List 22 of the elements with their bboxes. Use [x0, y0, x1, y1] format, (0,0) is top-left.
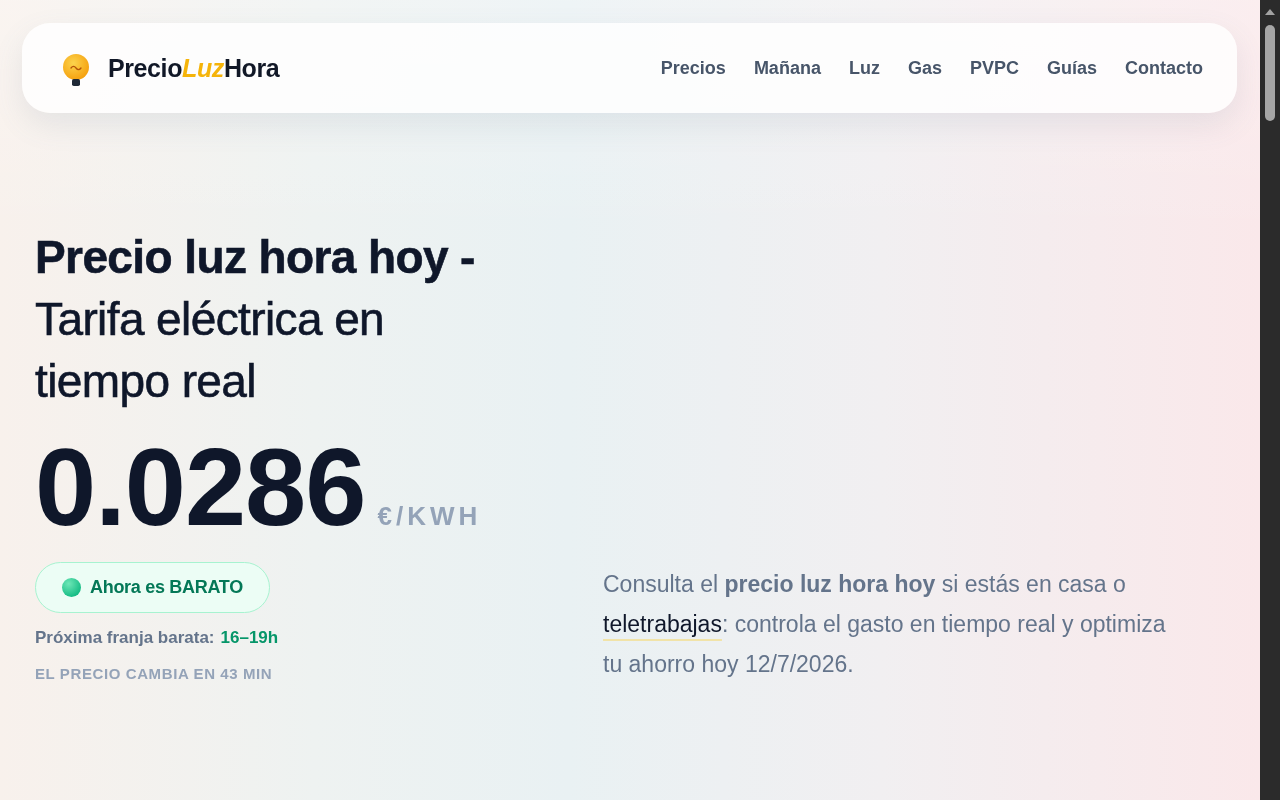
nav-link[interactable]: Guías	[1046, 57, 1097, 79]
nav-link[interactable]: PVPC	[969, 57, 1019, 79]
nav-link[interactable]: Contacto	[1125, 57, 1203, 79]
nav-link[interactable]: Gas	[907, 57, 942, 79]
logo-link[interactable]: PrecioLuzHora	[62, 50, 280, 86]
scroll-up-arrow-icon[interactable]	[1265, 9, 1275, 15]
nav-link[interactable]: Precios	[660, 57, 726, 79]
page-title: Precio luz hora hoy - Tarifa eléctrica en tiempo real	[35, 230, 476, 409]
scrollbar-thumb[interactable]	[1265, 25, 1275, 121]
status-label: Ahora es BARATO	[90, 577, 243, 598]
next-cheap-label: Próxima franja barata:	[35, 627, 215, 649]
scrollbar[interactable]	[1260, 0, 1280, 800]
light-bulb-icon	[62, 54, 90, 86]
nav-link[interactable]: Mañana	[753, 57, 821, 79]
text-link[interactable]: teletrabajas	[603, 611, 722, 637]
price-unit: €/KWH	[377, 501, 482, 532]
status-dot-icon	[62, 578, 81, 597]
price-change-countdown: EL PRECIO CAMBIA EN 43 MIN	[35, 664, 273, 684]
price-value: 0.0286	[35, 432, 366, 542]
intro-paragraph: Consulta el precio luz hora hoy si estás en casa o teletrabajas: controla el gasto en tiempo real y optimiza tu ahorro hoy 12/7/2026.	[603, 570, 1167, 679]
nav-link[interactable]: Luz	[848, 57, 880, 79]
next-cheap-time: 16–19h	[220, 627, 279, 649]
